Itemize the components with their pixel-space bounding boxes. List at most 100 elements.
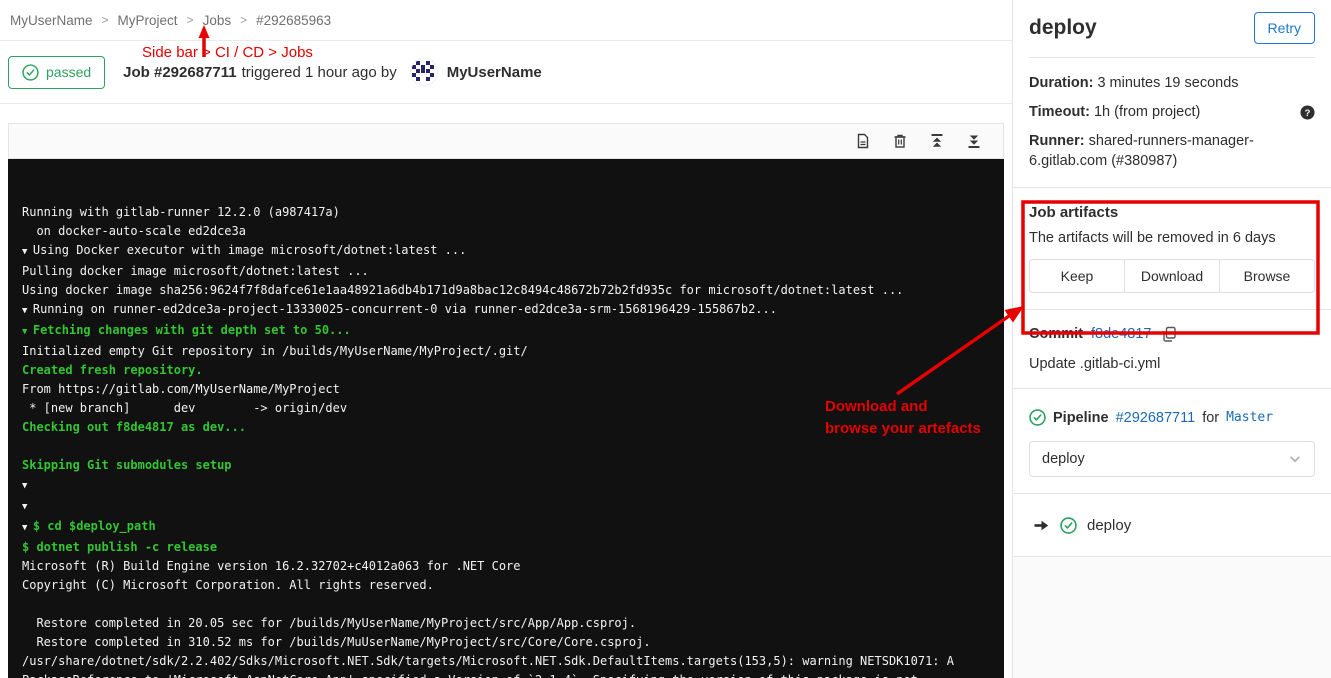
breadcrumb-separator: > — [102, 13, 109, 27]
log-line-text: Microsoft (R) Build Engine version 16.2.… — [22, 559, 521, 573]
log-line: $ dotnet publish -c release — [22, 538, 1004, 557]
browse-button[interactable]: Browse — [1219, 259, 1315, 293]
breadcrumb: MyUserName > MyProject > Jobs > #2926859… — [0, 0, 1012, 41]
job-number: Job #292687711 — [123, 64, 236, 81]
stage-job-name: deploy — [1087, 517, 1131, 534]
log-line: on docker-auto-scale ed2dce3a — [22, 222, 1004, 241]
log-line: /usr/share/dotnet/sdk/2.2.402/Sdks/Micro… — [22, 652, 1004, 671]
breadcrumb-job-id[interactable]: #292685963 — [256, 13, 331, 28]
pipeline-id-link[interactable]: #292687711 — [1116, 410, 1196, 426]
commit-message: Update .gitlab-ci.yml — [1029, 356, 1315, 372]
log-line-text: Restore completed in 310.52 ms for /buil… — [22, 635, 651, 649]
commit-section: Commit f8de4817 Update .gitlab-ci.yml — [1013, 309, 1331, 388]
collapse-caret-icon[interactable]: ▼ — [22, 327, 33, 337]
log-line: Restore completed in 310.52 ms for /buil… — [22, 633, 1004, 652]
log-line-text: on docker-auto-scale ed2dce3a — [22, 224, 246, 238]
raw-log-icon[interactable] — [855, 133, 871, 149]
log-line-text: Checking out f8de4817 as dev... — [22, 420, 246, 434]
collapse-caret-icon[interactable]: ▼ — [22, 247, 33, 257]
log-line: Created fresh repository. — [22, 361, 1004, 380]
duration-row: Duration: 3 minutes 19 seconds — [1029, 73, 1315, 93]
job-header: passed Job #292687711 triggered 1 hour a… — [0, 41, 1012, 104]
job-artifacts-section: Job artifacts The artifacts will be remo… — [1013, 187, 1331, 309]
breadcrumb-jobs[interactable]: Jobs — [203, 13, 232, 28]
scroll-bottom-icon[interactable] — [966, 133, 982, 149]
log-line-text: * [new branch] dev -> origin/dev — [22, 401, 347, 415]
log-line: Initialized empty Git repository in /bui… — [22, 342, 1004, 361]
job-log-panel: Running with gitlab-runner 12.2.0 (a9874… — [8, 123, 1004, 678]
status-badge[interactable]: passed — [8, 56, 105, 89]
log-line: Running with gitlab-runner 12.2.0 (a9874… — [22, 203, 1004, 222]
commit-sha-link[interactable]: f8de4817 — [1091, 326, 1151, 342]
sidebar-title-row: deploy Retry — [1013, 0, 1331, 57]
collapse-caret-icon[interactable]: ▼ — [22, 502, 33, 512]
job-status-icon — [1060, 517, 1077, 534]
job-log-toolbar — [8, 123, 1004, 159]
job-name-title: deploy — [1029, 16, 1097, 40]
avatar[interactable] — [410, 58, 438, 86]
commit-label: Commit — [1029, 326, 1083, 342]
breadcrumb-project[interactable]: MyProject — [118, 13, 178, 28]
log-line: ▼ — [22, 496, 1004, 517]
pipeline-ref-link[interactable]: Master — [1226, 410, 1273, 425]
log-line-text: Fetching changes with git depth set to 5… — [33, 323, 351, 337]
breadcrumb-separator: > — [187, 13, 194, 27]
scroll-top-icon[interactable] — [929, 133, 945, 149]
log-line-text: $ dotnet publish -c release — [22, 540, 217, 554]
log-line: Checking out f8de4817 as dev... — [22, 418, 1004, 437]
log-line-text: PackageReference to 'Microsoft.AspNetCor… — [22, 673, 918, 678]
stage-dropdown[interactable]: deploy — [1029, 441, 1315, 477]
log-line — [22, 437, 1004, 456]
pipeline-section: Pipeline #292687711 for Master deploy — [1013, 388, 1331, 493]
trigger-user-name[interactable]: MyUserName — [447, 64, 542, 81]
log-line: Copyright (C) Microsoft Corporation. All… — [22, 576, 1004, 595]
timeout-value: 1h (from project) — [1094, 104, 1200, 120]
log-line: Microsoft (R) Build Engine version 16.2.… — [22, 557, 1004, 576]
artifacts-expiry-note: The artifacts will be removed in 6 days — [1029, 230, 1315, 246]
log-line: Pulling docker image microsoft/dotnet:la… — [22, 262, 1004, 281]
pipeline-status-icon — [1029, 409, 1046, 426]
collapse-caret-icon[interactable]: ▼ — [22, 306, 33, 316]
log-line: ▼ $ cd $deploy_path — [22, 517, 1004, 538]
copy-commit-icon[interactable] — [1161, 326, 1177, 342]
log-line: ▼ Fetching changes with git depth set to… — [22, 321, 1004, 342]
runner-row: Runner: shared-runners-manager-6.gitlab.… — [1029, 131, 1315, 171]
log-line: Using docker image sha256:9624f7f8dafce6… — [22, 281, 1004, 300]
console-log: Running with gitlab-runner 12.2.0 (a9874… — [8, 159, 1004, 678]
artifacts-title: Job artifacts — [1029, 204, 1315, 221]
collapse-caret-icon[interactable]: ▼ — [22, 523, 33, 533]
log-line — [22, 595, 1004, 614]
log-line-text: $ cd $deploy_path — [33, 519, 156, 533]
status-label: passed — [46, 64, 91, 80]
download-button[interactable]: Download — [1124, 259, 1220, 293]
help-icon[interactable]: ? — [1300, 105, 1315, 120]
chevron-down-icon — [1288, 452, 1302, 466]
job-sidebar: deploy Retry Duration: 3 minutes 19 seco… — [1012, 0, 1331, 678]
main-content: MyUserName > MyProject > Jobs > #2926859… — [0, 0, 1012, 678]
keep-button[interactable]: Keep — [1029, 259, 1125, 293]
log-line-text: Using Docker executor with image microso… — [33, 243, 466, 257]
log-line-text: Skipping Git submodules setup — [22, 458, 232, 472]
log-line-text: Initialized empty Git repository in /bui… — [22, 344, 528, 358]
check-circle-icon — [22, 64, 39, 81]
log-line-text: /usr/share/dotnet/sdk/2.2.402/Sdks/Micro… — [22, 654, 954, 668]
retry-button[interactable]: Retry — [1254, 12, 1315, 44]
stage-job-item-deploy[interactable]: deploy — [1013, 493, 1331, 556]
job-details: Duration: 3 minutes 19 seconds Timeout: … — [1013, 58, 1331, 187]
job-title: Job #292687711 triggered 1 hour ago by — [123, 58, 542, 86]
log-line: ▼ Using Docker executor with image micro… — [22, 241, 1004, 262]
collapse-caret-icon[interactable]: ▼ — [22, 481, 33, 491]
log-line-text: Copyright (C) Microsoft Corporation. All… — [22, 578, 434, 592]
breadcrumb-user[interactable]: MyUserName — [10, 13, 93, 28]
breadcrumb-separator: > — [240, 13, 247, 27]
log-line-text: From https://gitlab.com/MyUserName/MyPro… — [22, 382, 340, 396]
log-line: ▼ — [22, 475, 1004, 496]
duration-value: 3 minutes 19 seconds — [1097, 75, 1238, 91]
log-line: PackageReference to 'Microsoft.AspNetCor… — [22, 671, 1004, 678]
log-line-text: Running with gitlab-runner 12.2.0 (a9874… — [22, 205, 340, 219]
log-line-text: Pulling docker image microsoft/dotnet:la… — [22, 264, 369, 278]
erase-log-icon[interactable] — [892, 133, 908, 149]
log-line: Restore completed in 20.05 sec for /buil… — [22, 614, 1004, 633]
artifacts-button-group: Keep Download Browse — [1029, 259, 1315, 293]
gitlab-job-page: MyUserName > MyProject > Jobs > #2926859… — [0, 0, 1331, 678]
